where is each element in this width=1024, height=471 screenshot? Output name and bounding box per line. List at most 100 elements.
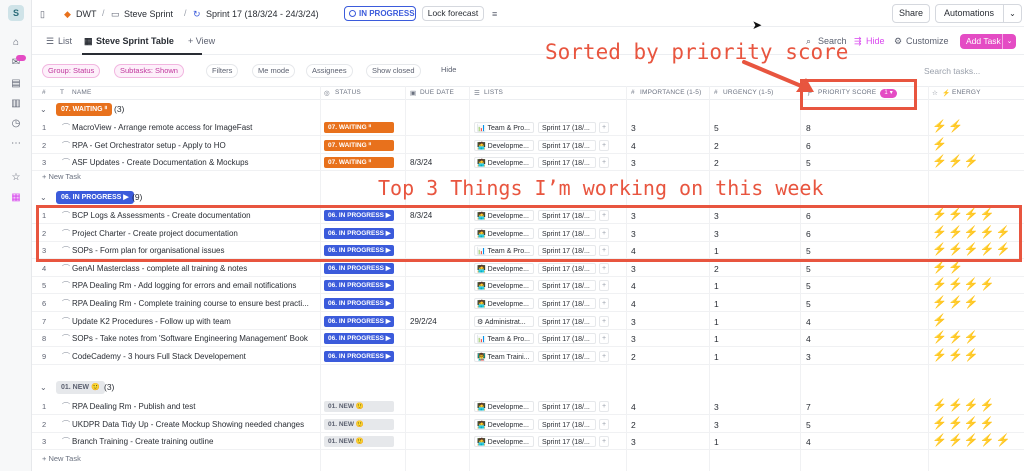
list-tag[interactable]: 👨‍🏫 Team Traini...	[474, 350, 534, 362]
importance-value[interactable]: 2	[631, 352, 636, 362]
status-badge[interactable]: 07. WAITING ᑊᑊ	[324, 122, 394, 133]
list-tag[interactable]: 🧑‍💻 Developme...	[474, 262, 534, 274]
chevron-down-icon[interactable]: ⌄	[40, 193, 47, 202]
status-badge[interactable]: 06. IN PROGRESS ▶	[324, 280, 394, 292]
status-badge[interactable]: 06. IN PROGRESS ▶	[324, 350, 394, 362]
me-mode-chip[interactable]: Me mode	[252, 64, 296, 78]
energy-rating[interactable]: ⚡⚡⚡	[932, 295, 980, 309]
add-list-button[interactable]: +	[599, 315, 609, 327]
due-date[interactable]: 8/3/24	[410, 158, 432, 167]
sprint-tag[interactable]: Sprint 17 (18/...	[538, 280, 596, 292]
sprint-tag[interactable]: Sprint 17 (18/...	[538, 157, 596, 169]
importance-value[interactable]: 4	[631, 402, 636, 412]
add-list-button[interactable]: +	[599, 262, 609, 274]
add-list-button[interactable]: +	[599, 418, 609, 430]
importance-value[interactable]: 4	[631, 281, 636, 291]
status-badge[interactable]: 07. WAITING ᑊᑊ	[324, 139, 394, 151]
urgency-value[interactable]: 3	[714, 420, 719, 430]
add-list-button[interactable]: +	[599, 298, 609, 309]
table-row[interactable]: 9 ⌒ CodeCademy - 3 hours Full Stack Develo…	[32, 348, 1024, 365]
energy-rating[interactable]: ⚡⚡⚡⚡⚡	[932, 433, 1012, 447]
energy-rating[interactable]: ⚡⚡⚡	[932, 348, 980, 362]
status-badge[interactable]: 01. NEW 🙂	[324, 436, 394, 448]
urgency-value[interactable]: 1	[714, 299, 719, 309]
task-name[interactable]: RPA Dealing Rm - Complete training cours…	[72, 299, 317, 308]
chevron-down-icon[interactable]: ⌄	[1002, 34, 1016, 49]
home-icon[interactable]: ⌂	[10, 37, 22, 49]
status-badge[interactable]: 07. WAITING ᑊᑊ	[324, 157, 394, 169]
sprint-menu-icon[interactable]: ≡	[492, 8, 497, 20]
sprint-tag[interactable]: Sprint 17 (18/...	[538, 315, 596, 327]
filters-chip[interactable]: Filters	[206, 64, 239, 78]
table-row[interactable]: 7 ⌒ Update K2 Procedures - Follow up with …	[32, 313, 1024, 330]
col-name[interactable]: NAME	[72, 89, 92, 96]
status-badge[interactable]: 06. IN PROGRESS ▶	[324, 315, 394, 327]
urgency-value[interactable]: 3	[714, 402, 719, 412]
hide-icon[interactable]: ⇶	[854, 36, 862, 47]
importance-value[interactable]: 4	[631, 141, 636, 151]
table-row[interactable]: 2 ⌒ RPA - Get Orchestrator setup - Apply t…	[32, 137, 1024, 154]
table-row[interactable]: 6 ⌒ RPA Dealing Rm - Complete training cou…	[32, 295, 1024, 312]
chevron-down-icon[interactable]: ⌄	[40, 105, 47, 114]
status-badge[interactable]: 06. IN PROGRESS ▶	[324, 333, 394, 345]
urgency-value[interactable]: 5	[714, 123, 719, 133]
list-tag[interactable]: ⚙ Administrat...	[474, 315, 534, 327]
table-row[interactable]: 1 ⌒ MacroView - Arrange remote access for …	[32, 119, 1024, 136]
importance-value[interactable]: 3	[631, 264, 636, 274]
urgency-value[interactable]: 1	[714, 352, 719, 362]
sprint-tag[interactable]: Sprint 17 (18/...	[538, 436, 596, 448]
group-header-new[interactable]: ⌄ 01. NEW 🙂 (3)	[32, 380, 1024, 396]
col-importance[interactable]: IMPORTANCE (1-5)	[640, 89, 701, 96]
table-row[interactable]: 1 ⌒ RPA Dealing Rm - Publish and test 01. N…	[32, 398, 1024, 415]
gear-icon[interactable]: ⚙	[894, 36, 902, 47]
tab-steve-sprint-table[interactable]: Steve Sprint Table	[96, 36, 174, 46]
urgency-value[interactable]: 2	[714, 158, 719, 168]
task-name[interactable]: UKDPR Data Tidy Up - Create Mockup Showi…	[72, 420, 317, 429]
add-list-button[interactable]: +	[599, 436, 609, 448]
task-name[interactable]: ASF Updates - Create Documentation & Moc…	[72, 158, 317, 167]
list-tag[interactable]: 🧑‍💻 Developme...	[474, 157, 534, 169]
sidebar-toggle-icon[interactable]: ▯	[40, 8, 45, 20]
status-badge[interactable]: 06. IN PROGRESS ▶	[324, 298, 394, 309]
sprint-tag[interactable]: Sprint 17 (18/...	[538, 401, 596, 412]
subtasks-chip[interactable]: Subtasks: Shown	[114, 64, 184, 78]
energy-rating[interactable]: ⚡⚡⚡	[932, 154, 980, 168]
sprint-tag[interactable]: Sprint 17 (18/...	[538, 350, 596, 362]
list-tag[interactable]: 🧑‍💻 Developme...	[474, 418, 534, 430]
urgency-value[interactable]: 2	[714, 141, 719, 151]
chevron-down-icon[interactable]: ⌄	[1003, 5, 1021, 22]
list-tag[interactable]: 📊 Team & Pro...	[474, 333, 534, 345]
urgency-value[interactable]: 2	[714, 264, 719, 274]
add-list-button[interactable]: +	[599, 122, 609, 133]
table-row[interactable]: 2 ⌒ UKDPR Data Tidy Up - Create Mockup Sho…	[32, 416, 1024, 433]
sprint-tag[interactable]: Sprint 17 (18/...	[538, 139, 596, 151]
task-name[interactable]: RPA Dealing Rm - Publish and test	[72, 402, 317, 411]
hide-button[interactable]: Hide	[866, 36, 885, 46]
tab-list[interactable]: List	[58, 36, 72, 46]
col-due-date[interactable]: DUE DATE	[420, 89, 454, 96]
task-name[interactable]: SOPs - Take notes from 'Software Enginee…	[72, 334, 317, 343]
table-row[interactable]: 8 ⌒ SOPs - Take notes from 'Software Engin…	[32, 330, 1024, 348]
importance-value[interactable]: 3	[631, 437, 636, 447]
more-icon[interactable]: ⋯	[10, 138, 22, 150]
breadcrumb-sprint[interactable]: Sprint 17 (18/3/24 - 24/3/24)	[206, 8, 319, 20]
task-name[interactable]: MacroView - Arrange remote access for Im…	[72, 123, 317, 132]
urgency-value[interactable]: 1	[714, 317, 719, 327]
energy-rating[interactable]: ⚡	[932, 137, 948, 151]
add-list-button[interactable]: +	[599, 280, 609, 292]
status-badge[interactable]: 01. NEW 🙂	[324, 401, 394, 412]
sprint-tag[interactable]: Sprint 17 (18/...	[538, 262, 596, 274]
importance-value[interactable]: 3	[631, 334, 636, 344]
task-name[interactable]: Update K2 Procedures - Follow up with te…	[72, 317, 317, 326]
new-task-button[interactable]: + New Task	[32, 170, 232, 184]
importance-value[interactable]: 4	[631, 299, 636, 309]
list-tag[interactable]: 📊 Team & Pro...	[474, 122, 534, 133]
urgency-value[interactable]: 1	[714, 437, 719, 447]
list-tag[interactable]: 🧑‍💻 Developme...	[474, 139, 534, 151]
importance-value[interactable]: 2	[631, 420, 636, 430]
new-task-button[interactable]: + New Task	[32, 452, 232, 466]
automations-button[interactable]: Automations ⌄	[935, 4, 1022, 23]
table-row[interactable]: 5 ⌒ RPA Dealing Rm - Add logging for error…	[32, 277, 1024, 295]
favorites-icon[interactable]: ☆	[10, 172, 22, 184]
sprint-tag[interactable]: Sprint 17 (18/...	[538, 418, 596, 430]
